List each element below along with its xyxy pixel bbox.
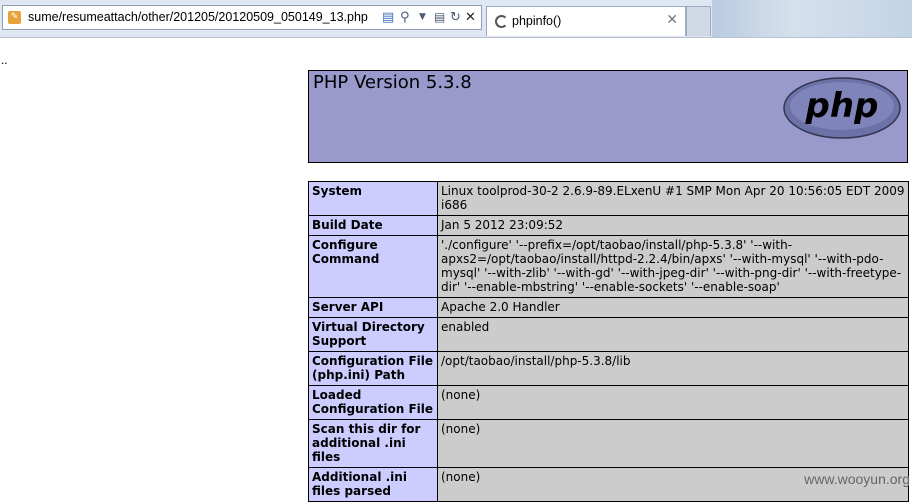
setting-value: './configure' '--prefix=/opt/taobao/inst…	[437, 235, 909, 298]
watermark: www.wooyun.org	[804, 471, 910, 487]
table-row: Configure Command './configure' '--prefix…	[308, 235, 909, 298]
setting-value: Apache 2.0 Handler	[437, 297, 909, 318]
stop-refresh-icon[interactable]: ▤	[434, 9, 445, 26]
setting-name: Loaded Configuration File	[308, 385, 438, 420]
setting-value: (none)	[437, 385, 909, 420]
setting-value: enabled	[437, 317, 909, 352]
dropdown-icon[interactable]: ▼	[419, 9, 426, 26]
setting-value: Jan 5 2012 23:09:52	[437, 215, 909, 236]
browser-toolbar: ✎ sume/resumeattach/other/201205/2012050…	[0, 0, 912, 38]
tab-close-icon[interactable]: ✕	[666, 12, 678, 28]
setting-name: Configuration File (php.ini) Path	[308, 351, 438, 386]
table-row: Scan this dir for additional .ini files(…	[308, 419, 909, 468]
setting-value: /opt/taobao/install/php-5.3.8/lib	[437, 351, 909, 386]
new-tab-button[interactable]	[686, 6, 711, 36]
setting-name: Server API	[308, 297, 438, 318]
tab-phpinfo[interactable]: phpinfo() ✕	[486, 6, 686, 36]
table-row: System Linux toolprod-30-2 2.6.9-89.ELxen…	[308, 181, 909, 216]
tab-title: phpinfo()	[512, 14, 562, 28]
setting-name: Build Date	[308, 215, 438, 236]
close-icon[interactable]: ✕	[465, 9, 476, 26]
setting-value: (none)	[437, 419, 909, 468]
table-row: Server API Apache 2.0 Handler	[308, 297, 909, 318]
setting-name: System	[308, 181, 438, 216]
setting-name: Additional .ini files parsed	[308, 467, 438, 502]
setting-name: Configure Command	[308, 235, 438, 298]
table-row: Loaded Configuration File (none)	[308, 385, 909, 420]
php-logo: php	[783, 77, 901, 139]
phpinfo-table: System Linux toolprod-30-2 2.6.9-89.ELxen…	[308, 181, 909, 502]
leading-text: ..	[1, 52, 8, 67]
php-logo-text: php	[805, 86, 879, 126]
address-bar[interactable]: ✎ sume/resumeattach/other/201205/2012050…	[2, 5, 482, 30]
url-text[interactable]: sume/resumeattach/other/201205/20120509_…	[28, 10, 368, 24]
refresh-icon[interactable]: ↻	[450, 9, 461, 26]
page-title: PHP Version 5.3.8	[313, 72, 472, 93]
loading-spinner-icon	[495, 15, 508, 28]
page-favicon-icon: ✎	[8, 11, 21, 24]
search-icon[interactable]: ⚲	[400, 9, 410, 26]
setting-name: Virtual Directory Support	[308, 317, 438, 352]
setting-name: Scan this dir for additional .ini files	[308, 419, 438, 468]
php-version-header: PHP Version 5.3.8 php	[308, 70, 908, 163]
table-row: Build Date Jan 5 2012 23:09:52	[308, 215, 909, 236]
table-row: Virtual Directory Support enabled	[308, 317, 909, 352]
table-row: Configuration File (php.ini) Path/opt/ta…	[308, 351, 909, 386]
compatibility-icon[interactable]: ▤	[382, 9, 394, 26]
toolbar-background	[712, 0, 912, 37]
setting-value: Linux toolprod-30-2 2.6.9-89.ELxenU #1 S…	[437, 181, 909, 216]
